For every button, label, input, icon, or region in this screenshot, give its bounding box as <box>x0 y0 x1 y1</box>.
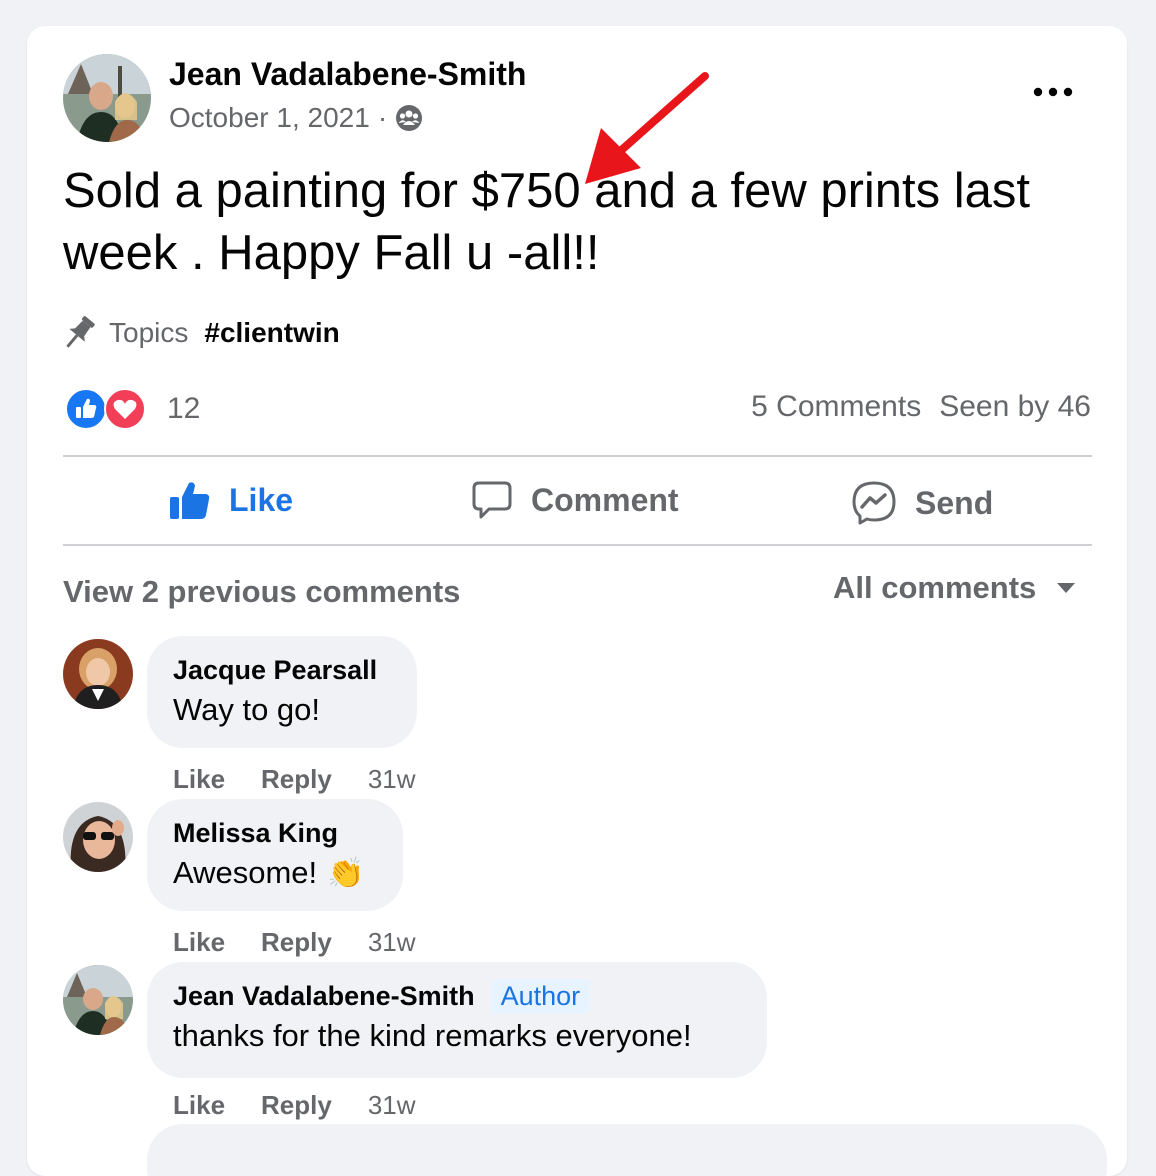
red-arrow-annotation <box>585 72 709 184</box>
comment-timestamp[interactable]: 31w <box>368 1090 416 1121</box>
post-date[interactable]: October 1, 2021 <box>169 102 370 134</box>
topic-hashtag[interactable]: #clientwin <box>204 317 339 349</box>
topics-row: Topics #clientwin <box>61 314 340 352</box>
comment-icon <box>472 481 512 519</box>
comment-text: Way to go! <box>173 692 321 727</box>
like-button[interactable]: Like <box>169 480 293 520</box>
comment-reply-button[interactable]: Reply <box>261 1090 332 1121</box>
commenter-name[interactable]: Jacque Pearsall <box>173 655 377 686</box>
comment-timestamp[interactable]: 31w <box>368 764 416 795</box>
comment-like-button[interactable]: Like <box>173 927 225 958</box>
reaction-icons <box>65 388 146 430</box>
author-avatar[interactable] <box>63 54 151 142</box>
divider-bottom <box>63 544 1092 546</box>
comment-button[interactable]: Comment <box>471 480 679 520</box>
comment-reply-button[interactable]: Reply <box>261 927 332 958</box>
like-label: Like <box>229 481 294 518</box>
commenter-name[interactable]: Melissa King <box>173 818 338 849</box>
clapping-hands-emoji: 👏 <box>327 856 365 890</box>
more-options-button[interactable] <box>1021 76 1085 108</box>
post-author-name[interactable]: Jean Vadalabene-Smith <box>169 56 526 93</box>
thumbs-up-icon <box>170 482 210 519</box>
author-badge: Author <box>490 978 591 1014</box>
comment-bubble: Melissa King Awesome! 👏 <box>147 799 403 911</box>
comment-like-button[interactable]: Like <box>173 764 225 795</box>
comment-actions: Like Reply 31w <box>173 764 416 795</box>
caret-down-icon <box>1057 583 1076 593</box>
seen-by-count[interactable]: Seen by 46 <box>939 390 1091 424</box>
comment-actions: Like Reply 31w <box>173 927 416 958</box>
comment-reply-button[interactable]: Reply <box>261 764 332 795</box>
comment-actions: Like Reply 31w <box>173 1090 416 1121</box>
comment-text: thanks for the kind remarks everyone! <box>173 1018 692 1053</box>
send-button[interactable]: Send <box>851 480 993 526</box>
commenter-avatar[interactable] <box>63 802 133 872</box>
pin-icon <box>66 316 95 348</box>
comment-timestamp[interactable]: 31w <box>368 927 416 958</box>
view-previous-comments-link[interactable]: View 2 previous comments <box>63 574 460 610</box>
topics-label: Topics <box>109 317 189 348</box>
meta-separator: · <box>377 102 388 133</box>
post-stats: 5 Comments Seen by 46 <box>751 390 1091 424</box>
comments-count[interactable]: 5 Comments <box>751 390 921 424</box>
comment-bubble: Jean Vadalabene-Smith Author thanks for … <box>147 962 767 1078</box>
commenter-name[interactable]: Jean Vadalabene-Smith <box>173 981 475 1012</box>
divider-top <box>63 455 1092 457</box>
messenger-icon <box>852 481 896 525</box>
post-card: Jean Vadalabene-Smith October 1, 2021 · … <box>27 26 1127 1176</box>
love-reaction-icon <box>104 388 146 430</box>
commenter-avatar[interactable] <box>63 965 133 1035</box>
group-icon <box>395 104 423 132</box>
post-meta: October 1, 2021 · <box>169 102 423 134</box>
send-label: Send <box>915 484 994 521</box>
comment-filter-dropdown[interactable]: All comments <box>833 570 1076 606</box>
comment-filter-label: All comments <box>833 570 1037 605</box>
comment-like-button[interactable]: Like <box>173 1090 225 1121</box>
reaction-count: 12 <box>167 392 201 425</box>
more-icon <box>1033 87 1073 97</box>
comment-bubble: Jacque Pearsall Way to go! <box>147 636 417 748</box>
commenter-avatar[interactable] <box>63 639 133 709</box>
reactions-summary[interactable]: 12 <box>65 388 200 430</box>
next-comment-bubble <box>147 1124 1107 1176</box>
comment-text: Awesome! <box>173 855 318 890</box>
like-reaction-icon <box>65 388 107 430</box>
comment-label: Comment <box>531 481 679 518</box>
